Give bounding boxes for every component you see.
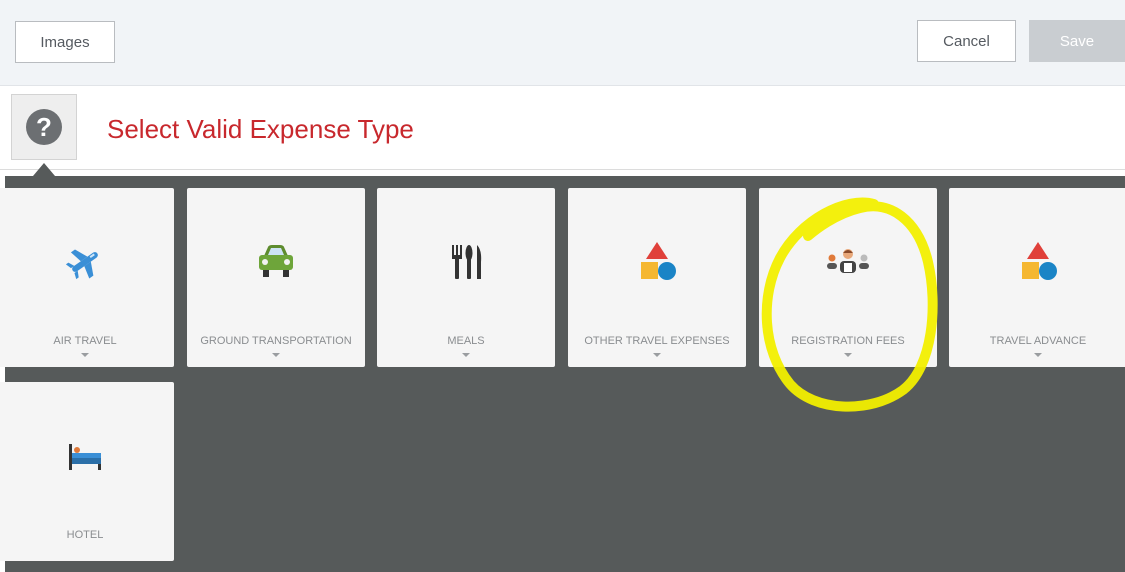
bed-icon (0, 434, 174, 478)
car-icon (187, 240, 365, 284)
airplane-icon (0, 240, 174, 284)
help-button[interactable]: ? (11, 94, 77, 160)
shapes-icon (568, 240, 746, 284)
chevron-down-icon (81, 353, 89, 357)
utensils-icon (377, 240, 555, 284)
images-button[interactable]: Images (15, 21, 115, 63)
tile-other-travel-expenses[interactable]: OTHER TRAVEL EXPENSES (568, 188, 746, 367)
tile-travel-advance[interactable]: TRAVEL ADVANCE (949, 188, 1125, 367)
tile-meals[interactable]: MEALS (377, 188, 555, 367)
chevron-down-icon (272, 353, 280, 357)
tile-label: MEALS (447, 335, 485, 347)
chevron-down-icon (462, 353, 470, 357)
toolbar: Images Cancel Save (0, 0, 1125, 86)
save-button[interactable]: Save (1029, 20, 1125, 62)
tile-label: OTHER TRAVEL EXPENSES (584, 335, 730, 347)
tile-air-travel[interactable]: AIR TRAVEL (0, 188, 174, 367)
cancel-button[interactable]: Cancel (917, 20, 1016, 62)
chevron-down-icon (1034, 353, 1042, 357)
page-header: ? Select Valid Expense Type (0, 86, 1125, 176)
chevron-down-icon (653, 353, 661, 357)
popover-pointer (33, 163, 55, 176)
question-icon: ? (26, 109, 62, 145)
page-title: Select Valid Expense Type (107, 114, 414, 144)
tile-label: REGISTRATION FEES (791, 335, 905, 347)
divider (0, 169, 1125, 170)
tile-label: TRAVEL ADVANCE (989, 335, 1087, 347)
tile-label: HOTEL (66, 529, 104, 541)
tile-registration-fees[interactable]: REGISTRATION FEES (759, 188, 937, 367)
tile-label: GROUND TRANSPORTATION (200, 335, 352, 347)
tile-ground-transportation[interactable]: GROUND TRANSPORTATION (187, 188, 365, 367)
chevron-down-icon (844, 353, 852, 357)
people-icon (759, 240, 937, 284)
tile-label: AIR TRAVEL (53, 335, 117, 347)
shapes-icon (949, 240, 1125, 284)
tile-hotel[interactable]: HOTEL (0, 382, 174, 561)
